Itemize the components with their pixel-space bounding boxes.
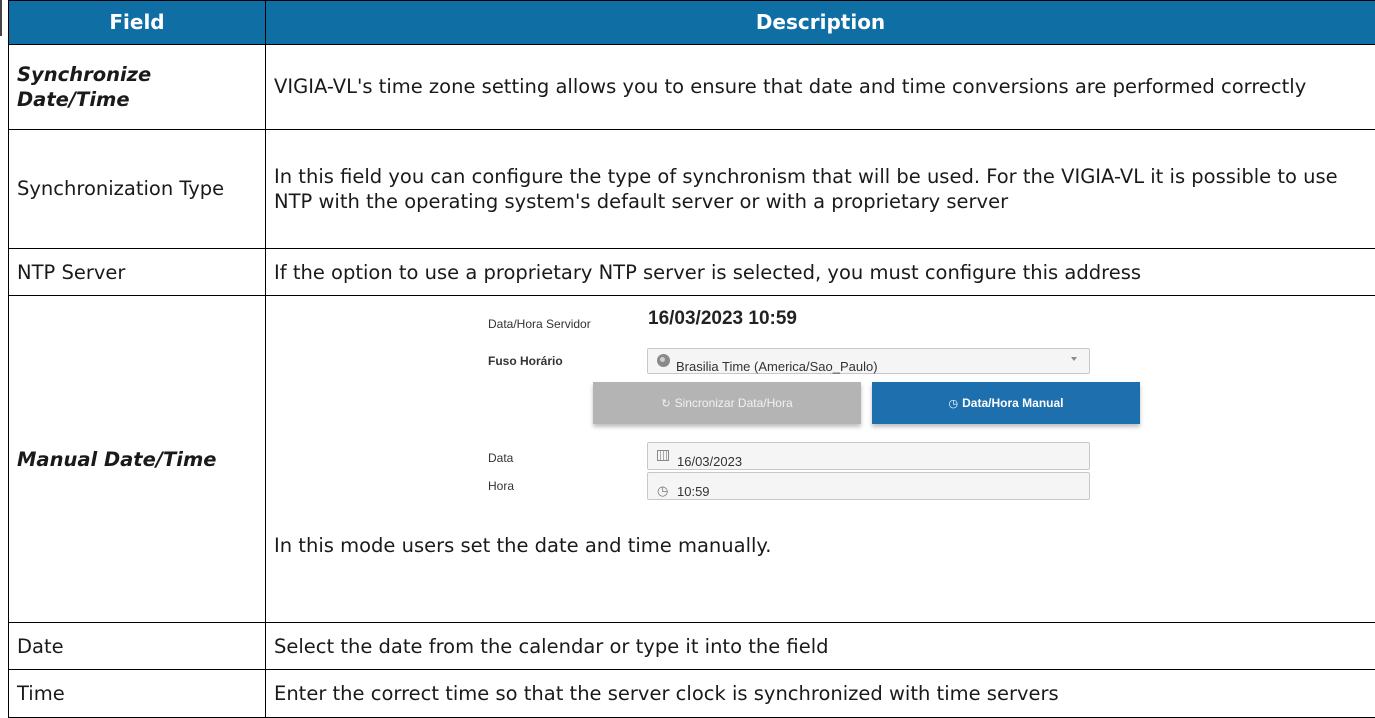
field-cell: NTP Server — [8, 247, 266, 297]
date-value: 16/03/2023 — [677, 454, 743, 470]
header-field: Field — [8, 0, 266, 46]
table-row: Synchronize Date/Time VIGIA-VL's time zo… — [8, 44, 1375, 130]
table-header-row: Field Description — [8, 0, 1375, 46]
field-cell: Manual Date/Time — [8, 295, 266, 623]
table-row: NTP Server If the option to use a propri… — [8, 247, 1375, 297]
globe-icon — [657, 354, 670, 368]
time-input[interactable]: ◷ 10:59 — [647, 472, 1090, 501]
table-row: Synchronization Type In this field you c… — [8, 128, 1375, 249]
description-cell: Select the date from the calendar or typ… — [265, 621, 1375, 671]
caret-down-icon — [1071, 357, 1077, 362]
description-cell: Enter the correct time so that the serve… — [265, 669, 1375, 718]
clock-icon: ◷ — [948, 398, 959, 411]
time-label: Hora — [488, 479, 515, 494]
timezone-label: Fuso Horário — [488, 354, 563, 369]
timezone-select[interactable]: Brasilia Time (America/Sao_Paulo) — [647, 348, 1090, 375]
timezone-value: Brasilia Time (America/Sao_Paulo) — [676, 359, 878, 375]
header-description: Description — [265, 0, 1375, 46]
field-cell: Synchronize Date/Time — [8, 44, 266, 130]
field-description-table: Field Description Synchronize Date/Time … — [8, 0, 1375, 718]
table-row: Date Select the date from the calendar o… — [8, 621, 1375, 671]
field-cell: Date — [8, 621, 266, 671]
left-edge-bar — [0, 0, 2, 36]
description-cell: In this field you can configure the type… — [265, 128, 1375, 249]
table-row: Manual Date/Time Data/Hora Servidor 16/0… — [8, 295, 1375, 623]
sync-button-label: Sincronizar Data/Hora — [674, 396, 793, 411]
manual-button-label: Data/Hora Manual — [962, 396, 1064, 411]
sync-datetime-button[interactable]: ↻ Sincronizar Data/Hora — [593, 382, 861, 425]
description-cell: If the option to use a proprietary NTP s… — [265, 247, 1375, 297]
server-datetime-value: 16/03/2023 10:59 — [648, 308, 797, 330]
manual-datetime-button[interactable]: ◷ Data/Hora Manual — [872, 382, 1140, 425]
embedded-screenshot: Data/Hora Servidor 16/03/2023 10:59 Fuso… — [274, 296, 1364, 557]
table-row: Time Enter the correct time so that the … — [8, 669, 1375, 718]
description-cell: VIGIA-VL's time zone setting allows you … — [265, 44, 1375, 130]
date-input[interactable]: 16/03/2023 — [647, 442, 1090, 471]
date-label: Data — [488, 451, 514, 466]
refresh-icon: ↻ — [661, 398, 671, 411]
server-datetime-label: Data/Hora Servidor — [488, 317, 591, 332]
manual-mode-description: In this mode users set the date and time… — [274, 534, 772, 558]
field-cell: Time — [8, 669, 266, 718]
field-cell: Synchronization Type — [8, 128, 266, 249]
clock-icon: ◷ — [657, 483, 669, 499]
calendar-icon — [657, 450, 669, 462]
time-value: 10:59 — [677, 484, 710, 500]
description-cell: Data/Hora Servidor 16/03/2023 10:59 Fuso… — [265, 295, 1375, 623]
